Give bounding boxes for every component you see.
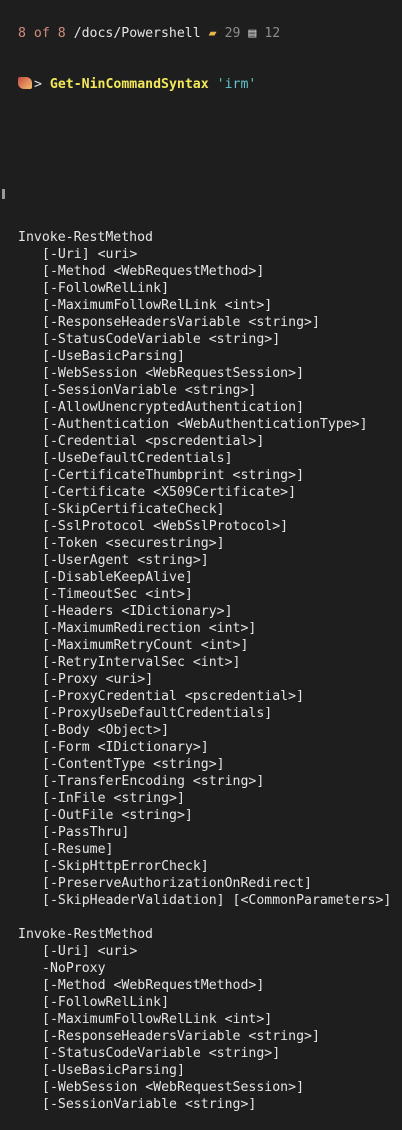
syntax-parameter: [-Headers <IDictionary>] [42, 604, 233, 619]
syntax-parameter: [-InFile <string>] [42, 791, 185, 806]
syntax-parameter: [-ResponseHeadersVariable <string>] [42, 315, 320, 330]
syntax-parameter: [-ContentType <string>] [42, 757, 225, 772]
syntax-parameter: [-UseDefaultCredentials] [42, 451, 233, 466]
syntax-parameter: [-Method <WebRequestMethod>] [42, 264, 265, 279]
syntax-parameter: [-Body <Object>] [42, 723, 170, 738]
history-of-word: of [33, 26, 50, 41]
syntax-parameter: [-Uri] <uri> [42, 944, 138, 959]
syntax-parameter: [-TimeoutSec <int>] [42, 587, 193, 602]
folder-count: 29 [224, 26, 241, 41]
syntax-parameter: [-StatusCodeVariable <string>] [42, 1046, 281, 1061]
syntax-parameter: [-AllowUnencryptedAuthentication] [42, 400, 305, 415]
syntax-parameter: [-Credential <pscredential>] [42, 434, 265, 449]
syntax-parameter: [-Proxy <uri>] [42, 672, 154, 687]
syntax-command-name: Invoke-RestMethod [18, 927, 153, 942]
typed-command: Get-NinCommandSyntax [49, 77, 209, 92]
syntax-parameter: [-StatusCodeVariable <string>] [42, 332, 281, 347]
syntax-parameter: [-SkipHeaderValidation] [<CommonParamete… [42, 893, 392, 908]
syntax-parameter: [-Form <IDictionary>] [42, 740, 209, 755]
folder-icon: ▰ [208, 26, 217, 41]
syntax-parameter: [-CertificateThumbprint <string>] [42, 468, 305, 483]
status-line: 8 of 8 /docs/Powershell ▰ 29 ▤ 12 [0, 25, 402, 42]
syntax-parameter: [-Method <WebRequestMethod>] [42, 978, 265, 993]
syntax-parameter: [-WebSession <WebRequestSession>] [42, 1080, 305, 1095]
syntax-parameter: [-MaximumRetryCount <int>] [42, 638, 249, 653]
syntax-parameter: [-UseBasicParsing] [42, 349, 185, 364]
syntax-parameter: [-ProxyCredential <pscredential>] [42, 689, 305, 704]
file-count: 12 [264, 26, 281, 41]
syntax-parameter: [-RetryIntervalSec <int>] [42, 655, 241, 670]
syntax-command-name: Invoke-RestMethod [18, 230, 153, 245]
syntax-parameter: [-Certificate <X509Certificate>] [42, 485, 297, 500]
shell-prompt-icon [18, 77, 32, 89]
syntax-parameter: [-ProxyUseDefaultCredentials] [42, 706, 273, 721]
syntax-parameter: [-UseBasicParsing] [42, 1063, 185, 1078]
syntax-parameter: [-PreserveAuthorizationOnRedirect] [42, 876, 312, 891]
syntax-parameter: [-OutFile <string>] [42, 808, 193, 823]
syntax-parameter: [-Uri] <uri> [42, 247, 138, 262]
syntax-parameter: [-MaximumFollowRelLink <int>] [42, 298, 273, 313]
syntax-parameter: [-SslProtocol <WebSslProtocol>] [42, 519, 289, 534]
syntax-parameter: [-Token <securestring>] [42, 536, 225, 551]
terminal-output[interactable]: 8 of 8 /docs/Powershell ▰ 29 ▤ 12 > Get-… [0, 0, 402, 1130]
syntax-parameter: [-SessionVariable <string>] [42, 1097, 257, 1112]
syntax-parameter: [-PassThru] [42, 825, 130, 840]
syntax-parameter: [-SessionVariable <string>] [42, 383, 257, 398]
syntax-parameter: [-SkipCertificateCheck] [42, 502, 225, 517]
syntax-parameter: [-FollowRelLink] [42, 995, 170, 1010]
prompt-line[interactable]: > Get-NinCommandSyntax 'irm' [0, 76, 402, 93]
syntax-parameter: [-FollowRelLink] [42, 281, 170, 296]
prompt-arrow: > [34, 77, 50, 92]
syntax-parameter: [-MaximumFollowRelLink <int>] [42, 1012, 273, 1027]
history-total: 8 [57, 26, 66, 41]
command-argument: 'irm' [216, 77, 257, 92]
syntax-parameter: [-TransferEncoding <string>] [42, 774, 265, 789]
syntax-parameter: [-MaximumRedirection <int>] [42, 621, 257, 636]
syntax-parameter: [-DisableKeepAlive] [42, 570, 193, 585]
history-position: 8 [18, 26, 26, 41]
syntax-parameter: [-UserAgent <string>] [42, 553, 209, 568]
file-icon: ▤ [248, 26, 257, 41]
syntax-parameter: [-Authentication <WebAuthenticationType>… [42, 417, 368, 432]
current-path: /docs/Powershell [73, 26, 201, 41]
syntax-output: Invoke-RestMethod [-Uri] <uri> [-Method <W… [0, 229, 402, 1113]
syntax-parameter: [-WebSession <WebRequestSession>] [42, 366, 305, 381]
syntax-parameter: [-ResponseHeadersVariable <string>] [42, 1029, 320, 1044]
syntax-parameter: [-Resume] [42, 842, 114, 857]
syntax-parameter: [-SkipHttpErrorCheck] [42, 859, 209, 874]
syntax-parameter: -NoProxy [42, 961, 106, 976]
terminal-window[interactable]: { "status": { "position": "8", "of_word"… [0, 0, 402, 1112]
